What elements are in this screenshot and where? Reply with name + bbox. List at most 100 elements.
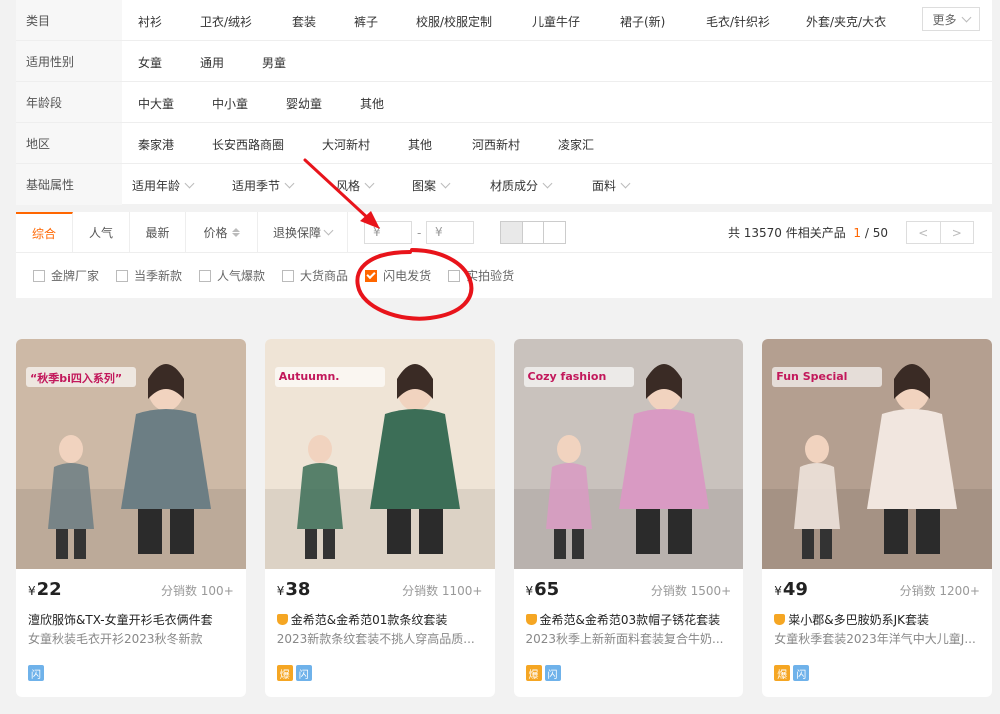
tab-popularity[interactable]: 人气 — [73, 212, 130, 252]
checkbox-checked-icon[interactable] — [365, 269, 378, 282]
product-title[interactable]: 金希范&金希范01款条纹套装 — [276, 611, 483, 628]
filter-option[interactable]: 材质成分 — [490, 177, 553, 194]
filter-row-region: 地区 秦家港 长安西路商圈 大河新村 其他 河西新村 凌家汇 — [16, 123, 992, 164]
product-title[interactable]: 粜小郡&多巴胺奶系JK套装 — [774, 611, 980, 628]
filter-option[interactable]: 衬衫 — [138, 13, 162, 30]
filter-option[interactable]: 裙子(新) — [620, 13, 665, 30]
filter-option-label: 通用 — [200, 56, 225, 70]
filter-option[interactable]: 适用年龄 — [132, 177, 195, 194]
filter-option[interactable]: 套装 — [292, 13, 316, 30]
filter-option-label: 其他 — [408, 138, 433, 152]
flash-delivery-badge: 闪 — [793, 665, 810, 681]
tab-price[interactable]: 价格 — [186, 212, 258, 252]
chevron-down-icon — [542, 178, 553, 189]
filter-option[interactable]: 男童 — [262, 54, 286, 71]
filter-option-label: 图案 — [412, 179, 437, 193]
filter-option[interactable]: 外套/夹克/大衣 — [806, 13, 886, 30]
hot-item-badge: 爆 — [525, 665, 542, 681]
list-view-icon[interactable] — [523, 222, 545, 243]
price-min-input[interactable]: ¥ — [364, 221, 412, 244]
chevron-down-icon — [364, 178, 375, 189]
filter-option-label: 中大童 — [138, 97, 175, 111]
checkbox-icon[interactable] — [448, 269, 461, 282]
price-max-input[interactable]: ¥ — [426, 221, 474, 244]
filter-option-label: 裙子(新) — [620, 15, 666, 29]
product-image-banner: Fun Special — [776, 370, 848, 383]
product-title[interactable]: 澶欣服饰&TX-女童开衫毛衣俩件套 — [28, 611, 234, 628]
filter-option-label: 长安西路商圈 — [212, 138, 285, 152]
quick-filter-row: 金牌厂家 当季新款 人气爆款 大货商品 闪电发货 实拍验货 — [16, 253, 992, 298]
tab-return-guarantee[interactable]: 退换保障 — [258, 212, 348, 252]
more-button[interactable]: 更多 — [922, 7, 980, 31]
filter-option[interactable]: 河西新村 — [472, 136, 520, 153]
product-card[interactable]: Fun Special ¥49 分销数 1200+ 粜小郡&多巴胺奶系JK套装 … — [762, 339, 992, 697]
product-subtitle: 2023秋季上新新面料套装复合牛奶... — [525, 632, 724, 646]
filter-option[interactable]: 通用 — [200, 54, 224, 71]
product-price: ¥22 — [28, 579, 62, 600]
filter-option-label: 儿童牛仔 — [532, 15, 581, 29]
quick-filter-checkbox[interactable]: 大货商品 — [282, 267, 348, 284]
checkbox-icon[interactable] — [116, 269, 129, 282]
filter-option[interactable]: 校服/校服定制 — [416, 13, 492, 30]
quick-filter-checkbox[interactable]: 人气爆款 — [199, 267, 265, 284]
checkbox-label: 当季新款 — [134, 269, 183, 283]
product-badges: 爆闪 — [525, 665, 561, 681]
quick-filter-checkbox[interactable]: 闪电发货 — [365, 267, 431, 284]
filter-option[interactable]: 风格 — [336, 177, 375, 194]
flash-delivery-badge: 闪 — [295, 665, 312, 681]
filter-option[interactable]: 适用季节 — [232, 177, 295, 194]
filter-option[interactable]: 长安西路商圈 — [212, 136, 284, 153]
filter-option[interactable]: 大河新村 — [322, 136, 370, 153]
sort-arrows-icon — [231, 227, 240, 237]
layout-toggle[interactable] — [500, 221, 566, 244]
quick-filter-checkbox[interactable]: 当季新款 — [116, 267, 182, 284]
flash-delivery-badge: 闪 — [28, 665, 44, 681]
filter-option[interactable]: 其他 — [360, 95, 384, 112]
next-page-button[interactable]: > — [941, 222, 974, 243]
filter-row-category: 类目 衬衫 卫衣/绒衫 套装 裤子 校服/校服定制 儿童牛仔 裙子(新) 毛衣/针织衫 外套/夹… — [16, 0, 992, 41]
checkbox-label: 人气爆款 — [217, 269, 266, 283]
filter-option[interactable]: 凌家汇 — [558, 136, 594, 153]
product-card[interactable]: Autuumn. ¥38 分销数 1100+ 金希范&金希范01款条纹套装 20… — [264, 339, 495, 697]
tab-newest[interactable]: 最新 — [130, 212, 186, 252]
filter-option-label: 卫衣/绒衫 — [200, 15, 253, 29]
filter-option[interactable]: 女童 — [138, 54, 162, 71]
grid-view-icon[interactable] — [501, 222, 523, 243]
total-pages: / 50 — [864, 226, 888, 240]
filter-row-gender: 适用性别 女童 通用 男童 — [16, 41, 992, 82]
product-card[interactable]: “秋季bi四入系列” ¥22 分销数 100+ 澶欣服饰&TX-女童开衫毛衣俩件… — [16, 339, 246, 697]
checkbox-icon[interactable] — [282, 269, 295, 282]
large-view-icon[interactable] — [544, 222, 565, 243]
filter-option[interactable]: 面料 — [592, 177, 631, 194]
checkbox-label: 金牌厂家 — [51, 269, 100, 283]
filter-label: 地区 — [16, 123, 122, 163]
filter-option[interactable]: 中小童 — [212, 95, 248, 112]
quick-filter-checkbox[interactable]: 实拍验货 — [448, 267, 514, 284]
product-sales: 分销数 1200+ — [899, 584, 980, 598]
product-card[interactable]: Cozy fashion ¥65 分销数 1500+ 金希范&金希范03款帽子锈… — [513, 339, 744, 697]
filter-option[interactable]: 婴幼童 — [286, 95, 322, 112]
filter-option[interactable]: 其他 — [408, 136, 432, 153]
product-price: ¥65 — [525, 579, 560, 600]
filter-option[interactable]: 图案 — [412, 177, 451, 194]
chevron-down-icon — [323, 225, 334, 235]
filter-option-label: 其他 — [360, 97, 385, 111]
quick-filter-checkbox[interactable]: 金牌厂家 — [33, 267, 99, 284]
product-title[interactable]: 金希范&金希范03款帽子锈花套装 — [525, 611, 732, 628]
filter-option-label: 裤子 — [354, 15, 379, 29]
flash-delivery-badge: 闪 — [544, 665, 561, 681]
tab-comprehensive[interactable]: 综合 — [16, 212, 73, 252]
filter-option[interactable]: 裤子 — [354, 13, 378, 30]
filter-option-label: 面料 — [592, 179, 617, 193]
product-subtitle: 女童秋装毛衣开衫2023秋冬新款 — [28, 632, 203, 646]
filter-option-label: 校服/校服定制 — [416, 15, 493, 29]
filter-option[interactable]: 卫衣/绒衫 — [200, 13, 252, 30]
chevron-down-icon — [961, 12, 971, 22]
filter-option[interactable]: 毛衣/针织衫 — [706, 13, 770, 30]
filter-option[interactable]: 儿童牛仔 — [532, 13, 580, 30]
checkbox-icon[interactable] — [199, 269, 212, 282]
filter-option[interactable]: 中大童 — [138, 95, 174, 112]
prev-page-button[interactable]: < — [907, 222, 941, 243]
filter-option[interactable]: 秦家港 — [138, 136, 174, 153]
checkbox-icon[interactable] — [33, 269, 45, 282]
